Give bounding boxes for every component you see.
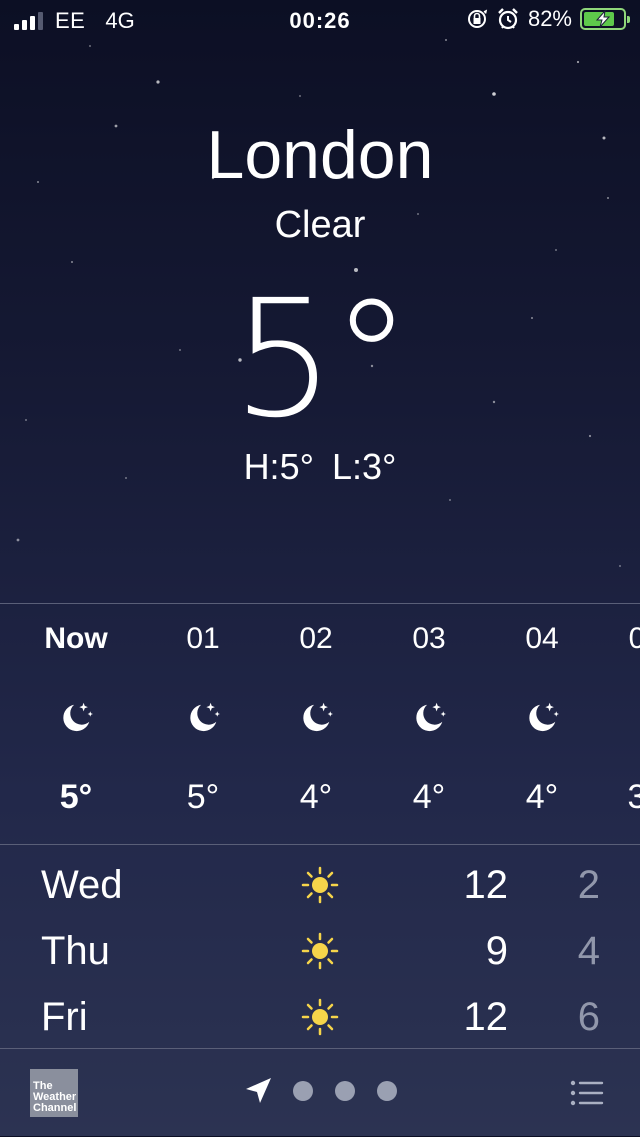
- day-high: 9: [485, 929, 508, 973]
- day-low: 6: [577, 995, 600, 1039]
- status-bar: EE 4G 00:26 82%: [0, 0, 640, 40]
- moon-stars-icon: [190, 702, 220, 732]
- day-name: Thu: [41, 929, 110, 973]
- hour-label: 0: [582, 622, 640, 656]
- day-low: 2: [577, 863, 600, 907]
- high-low-temperature: H:5° L:3°: [243, 446, 397, 487]
- moon-stars-icon: [416, 702, 446, 732]
- day-name: Wed: [41, 863, 123, 907]
- hour-temperature: 4°: [525, 778, 559, 816]
- orientation-lock-icon: [467, 9, 488, 28]
- hour-temperature: 4°: [299, 778, 333, 816]
- hour-temperature: 4°: [412, 778, 446, 816]
- bottom-toolbar: The Weather Channel: [0, 1048, 640, 1137]
- daily-row: Thu 9 4: [0, 915, 640, 981]
- hour-label: 03: [412, 622, 446, 655]
- day-high: 12: [463, 863, 509, 907]
- day-high: 12: [463, 995, 509, 1039]
- moon-stars-icon: [63, 702, 93, 732]
- battery-percent: 82%: [527, 6, 572, 31]
- weather-channel-logo[interactable]: The Weather Channel: [30, 1069, 78, 1117]
- weather-condition: Clear: [274, 204, 366, 246]
- current-temperature: 5°: [231, 266, 412, 454]
- hour-label: Now: [44, 622, 108, 655]
- hourly-forecast[interactable]: Now 5° 01 5° 02 4° 03 4° 04 4° 0 3: [0, 603, 640, 845]
- page-dot[interactable]: [377, 1081, 397, 1101]
- status-right: 82%: [466, 6, 630, 32]
- daily-row: Wed 12 2: [0, 849, 640, 915]
- moon-stars-icon: [529, 702, 559, 732]
- hour-temperature: 5°: [186, 778, 220, 816]
- hour-temperature: 3: [582, 778, 640, 817]
- list-icon[interactable]: [570, 1079, 604, 1107]
- daily-forecast[interactable]: Wed 12 2 Thu 9 4 Fri 12 6: [0, 845, 640, 1048]
- daily-row: Fri 12 6: [0, 981, 640, 1047]
- city-name: London: [206, 117, 434, 193]
- alarm-icon: [498, 8, 518, 30]
- location-arrow-icon[interactable]: [242, 1075, 274, 1107]
- page-dot[interactable]: [335, 1081, 355, 1101]
- hour-label: 02: [299, 622, 333, 655]
- hour-label: 04: [525, 622, 559, 655]
- hour-label: 01: [186, 622, 220, 655]
- sun-icon: [301, 998, 339, 1036]
- sun-icon: [301, 866, 339, 904]
- hour-temperature: 5°: [59, 778, 93, 816]
- day-low: 4: [577, 929, 600, 973]
- battery-charging-icon: [580, 8, 630, 30]
- day-name: Fri: [41, 995, 88, 1039]
- moon-stars-icon: [303, 702, 333, 732]
- page-dot[interactable]: [293, 1081, 313, 1101]
- sun-icon: [301, 932, 339, 970]
